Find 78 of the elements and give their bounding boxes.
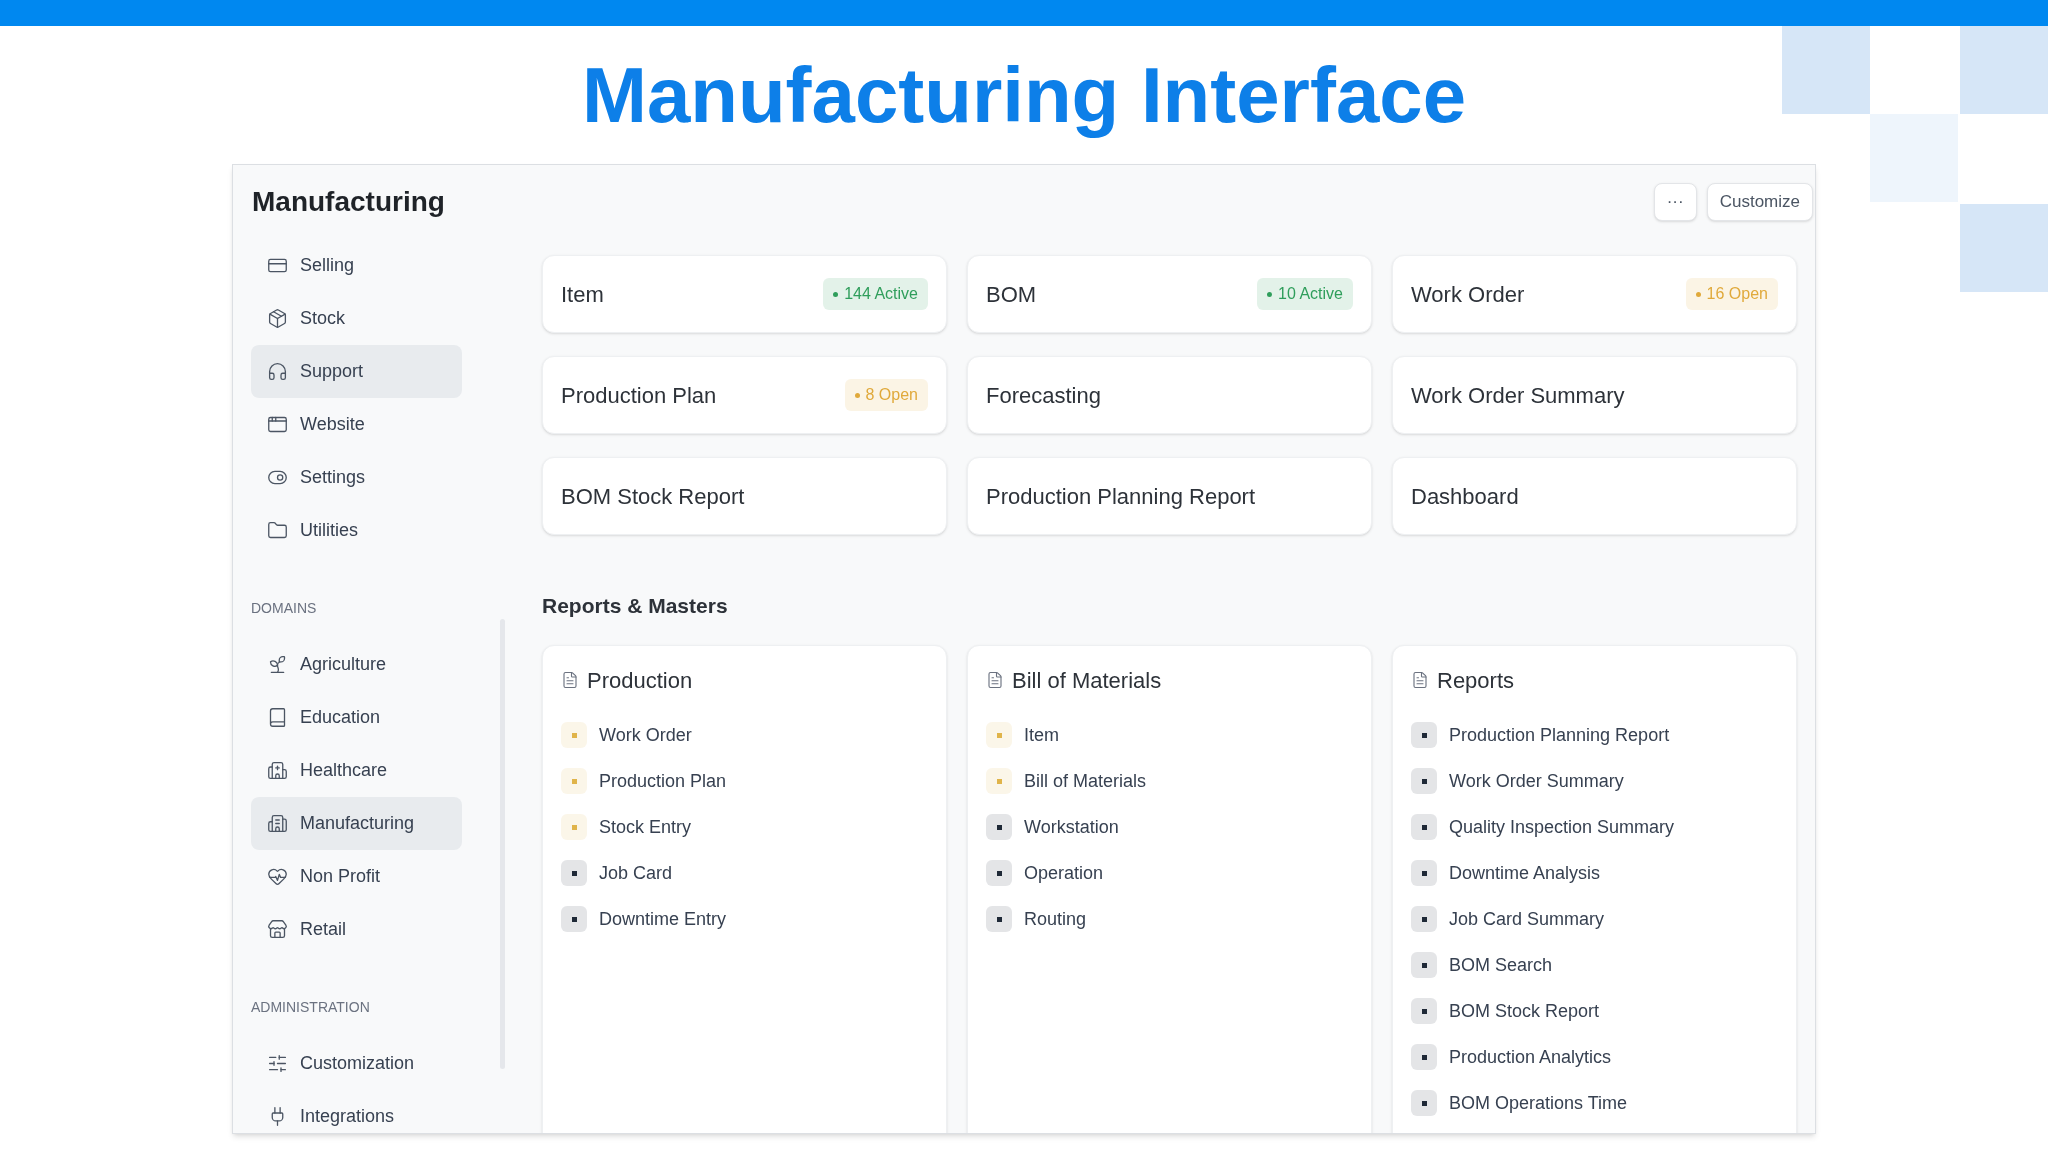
shortcut-card[interactable]: Work Order Summary	[1392, 356, 1797, 434]
report-link[interactable]: Production Analytics	[1449, 1043, 1612, 1071]
status-badge: 16 Open	[1685, 278, 1778, 310]
shortcut-label: Dashboard	[1411, 482, 1519, 511]
shortcut-label: BOM Stock Report	[561, 482, 745, 511]
sidebar-item[interactable]: Agriculture	[251, 638, 462, 691]
sidebar-item[interactable]: Manufacturing	[251, 797, 462, 850]
store-icon	[267, 919, 288, 940]
report-link[interactable]: Downtime Entry	[599, 905, 727, 933]
sidebar-item[interactable]: Non Profit	[251, 850, 462, 903]
shortcut-card[interactable]: Dashboard	[1392, 457, 1797, 535]
status-badge: 10 Active	[1257, 278, 1353, 310]
report-link[interactable]: Production Planning Report	[1449, 721, 1670, 749]
status-badge: 8 Open	[844, 379, 928, 411]
report-link[interactable]: Operation	[1024, 859, 1104, 887]
page-title: Manufacturing	[252, 185, 445, 219]
shortcut-card[interactable]: BOM 10 Active	[967, 255, 1372, 333]
sidebar-item[interactable]: Selling	[251, 239, 462, 292]
card-title: Bill of Materials	[1012, 666, 1162, 695]
customize-button[interactable]: Customize	[1706, 183, 1813, 221]
status-badge: 144 Active	[823, 278, 928, 310]
report-link[interactable]: Bill of Materials	[1024, 767, 1147, 795]
report-link[interactable]: Workstation	[1024, 813, 1119, 841]
shortcut-label: Work Order Summary	[1411, 381, 1625, 410]
sidebar-item[interactable]: Healthcare	[251, 744, 462, 797]
shortcut-card[interactable]: Item 144 Active	[542, 255, 947, 333]
document-icon	[561, 671, 579, 689]
shortcut-card[interactable]: BOM Stock Report	[542, 457, 947, 535]
sidebar-item[interactable]: Utilities	[251, 504, 462, 557]
more-button[interactable]: ···	[1653, 183, 1697, 221]
sidebar-item[interactable]: Support	[251, 345, 462, 398]
sliders-icon	[267, 1053, 288, 1074]
shortcut-label: BOM	[986, 280, 1037, 309]
sidebar-item[interactable]: Customization	[251, 1037, 462, 1090]
report-link[interactable]: BOM Stock Report	[1449, 997, 1600, 1025]
sprout-icon	[267, 654, 288, 675]
report-link[interactable]: Item	[1024, 721, 1059, 749]
shortcut-card[interactable]: Forecasting	[967, 356, 1372, 434]
book-icon	[267, 707, 288, 728]
headphones-icon	[267, 361, 288, 382]
report-link[interactable]: Stock Entry	[599, 813, 692, 841]
report-link[interactable]: Job Card	[599, 859, 673, 887]
sidebar-item[interactable]: Integrations	[251, 1090, 462, 1133]
shortcut-label: Production Plan	[561, 381, 717, 410]
package-icon	[267, 308, 288, 329]
folder-icon	[267, 520, 288, 541]
building-icon	[267, 813, 288, 834]
report-link[interactable]: Job Card Summary	[1449, 905, 1605, 933]
shortcut-card[interactable]: Production Planning Report	[967, 457, 1372, 535]
section-heading: ADMINISTRATION	[251, 998, 371, 1017]
sidebar-item[interactable]: Education	[251, 691, 462, 744]
report-link[interactable]: BOM Operations Time	[1449, 1089, 1628, 1117]
report-link[interactable]: BOM Search	[1449, 951, 1553, 979]
sidebar-item[interactable]: Settings	[251, 451, 462, 504]
report-link[interactable]: Quality Inspection Summary	[1449, 813, 1675, 841]
browser-window-icon	[267, 414, 288, 435]
section-title: Reports & Masters	[542, 593, 729, 619]
shortcut-label: Item	[561, 280, 604, 309]
report-link[interactable]: Downtime Analysis	[1449, 859, 1601, 887]
heart-pulse-icon	[267, 866, 288, 887]
shortcut-label: Forecasting	[986, 381, 1101, 410]
document-icon	[1411, 671, 1429, 689]
card-title: Production	[587, 666, 693, 695]
shortcut-label: Production Planning Report	[986, 482, 1256, 511]
report-link[interactable]: Routing	[1024, 905, 1087, 933]
sidebar-item[interactable]: Stock	[251, 292, 462, 345]
shortcut-label: Work Order	[1411, 280, 1525, 309]
report-link[interactable]: Production Plan	[599, 767, 727, 795]
hospital-icon	[267, 760, 288, 781]
shortcut-card[interactable]: Production Plan 8 Open	[542, 356, 947, 434]
section-heading: DOMAINS	[251, 599, 318, 618]
report-link[interactable]: Work Order	[599, 721, 692, 749]
sidebar-item[interactable]: Retail	[251, 903, 462, 956]
report-link[interactable]: Work Order Summary	[1449, 767, 1624, 795]
card-title: Reports	[1437, 666, 1515, 695]
document-icon	[986, 671, 1004, 689]
shortcut-card[interactable]: Work Order 16 Open	[1392, 255, 1797, 333]
sidebar-item[interactable]: Website	[251, 398, 462, 451]
